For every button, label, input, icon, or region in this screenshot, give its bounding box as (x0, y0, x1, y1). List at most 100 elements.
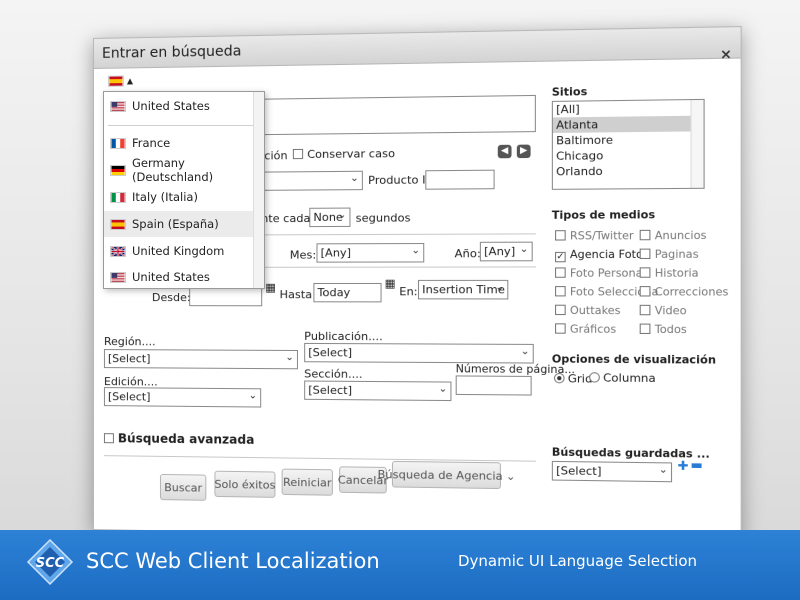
keyword-textarea[interactable] (224, 94, 536, 136)
month-select[interactable]: [Any] ⌄ (316, 243, 425, 263)
media-type-option[interactable]: ✓ Agencia Foto (555, 249, 643, 263)
germany-flag-icon (110, 164, 126, 176)
column-radio[interactable] (589, 372, 600, 383)
media-type-checkbox[interactable] (639, 229, 651, 241)
to-date-input[interactable]: Today (313, 282, 382, 303)
language-scrollbar[interactable] (253, 92, 264, 288)
spain-flag-icon (107, 75, 124, 87)
previous-arrow-button[interactable]: ◀ (497, 144, 512, 159)
hits-only-button[interactable]: Solo éxitos (214, 470, 276, 498)
arrow-left-icon: ◀ (500, 145, 509, 157)
sites-listbox[interactable]: [All] Atlanta Baltimore Chicago Orlando (551, 98, 705, 190)
media-type-label: Anuncios (654, 229, 707, 243)
region-value: [Select] (107, 352, 151, 366)
site-option-selected[interactable]: Atlanta (552, 115, 704, 133)
refresh-label-fragment: nte cada (261, 211, 311, 226)
media-types-label: Tipos de medios (551, 208, 656, 222)
media-type-option[interactable]: RSS/Twitter (555, 230, 634, 243)
media-type-option[interactable]: Outtakes (555, 304, 621, 317)
dialog-title: Entrar en búsqueda (101, 42, 242, 62)
chevron-down-icon: ⌄ (350, 172, 359, 185)
region-select[interactable]: [Select] ⌄ (103, 349, 298, 370)
media-type-option[interactable]: Paginas (639, 248, 699, 261)
month-label: Mes: (289, 248, 317, 262)
site-option[interactable]: Chicago (553, 147, 704, 164)
language-divider (108, 125, 254, 126)
page-numbers-input[interactable] (455, 375, 532, 396)
chevron-down-icon: ⌄ (411, 245, 421, 257)
media-type-checkbox-checked[interactable]: ✓ (555, 251, 566, 263)
grid-radio[interactable] (553, 372, 565, 384)
product-id-input[interactable] (425, 169, 495, 190)
media-type-checkbox[interactable] (639, 286, 651, 297)
reset-button[interactable]: Reiniciar (281, 468, 333, 496)
spain-flag-icon (110, 218, 126, 230)
media-type-checkbox[interactable] (555, 286, 566, 297)
language-option[interactable]: Germany (Deutschland) (104, 156, 254, 184)
advanced-search-option[interactable]: Búsqueda avanzada (103, 431, 254, 447)
publication-select[interactable]: [Select] ⌄ (304, 342, 534, 364)
scc-logo-icon: SCC (26, 538, 74, 586)
language-dropdown[interactable]: United States France Germany (Deutschland)… (103, 91, 265, 289)
refresh-interval-select[interactable]: None ⌄ (309, 207, 351, 228)
media-type-label: Todos (654, 323, 687, 337)
close-icon[interactable]: × (720, 47, 732, 63)
media-type-checkbox[interactable] (555, 267, 566, 278)
language-option[interactable]: France (104, 130, 254, 156)
site-option[interactable]: [All] (553, 100, 704, 118)
chevron-down-icon: ⌄ (337, 209, 347, 221)
column-label: Columna (603, 371, 656, 386)
media-type-option[interactable]: Historia (639, 267, 699, 280)
dialog-titlebar: Entrar en búsqueda × (93, 27, 741, 69)
from-label: Desde: (151, 291, 191, 305)
language-option[interactable]: Spain (España) (104, 211, 254, 237)
media-type-option[interactable]: Todos (639, 323, 687, 337)
calendar-icon[interactable]: ▦ (265, 281, 276, 294)
keep-case-checkbox[interactable] (292, 148, 304, 160)
calendar-icon[interactable]: ▦ (385, 277, 396, 290)
agency-search-button[interactable]: Búsqueda de Agencia ⌄ (378, 460, 516, 490)
media-type-option[interactable]: Correcciones (639, 286, 729, 299)
media-type-checkbox[interactable] (639, 323, 651, 335)
year-value: [Any] (484, 244, 516, 259)
site-option[interactable]: Orlando (553, 163, 704, 180)
media-type-label: Historia (654, 267, 699, 280)
sites-scrollbar[interactable] (690, 99, 704, 188)
media-type-option[interactable]: Anuncios (639, 229, 707, 243)
advanced-search-checkbox[interactable] (103, 433, 114, 444)
site-option[interactable]: Baltimore (553, 131, 704, 148)
media-type-checkbox[interactable] (639, 267, 651, 278)
language-option[interactable]: Italy (Italia) (104, 184, 254, 210)
saved-searches-value: [Select] (556, 464, 602, 479)
language-option-label: Italy (Italia) (132, 190, 198, 204)
media-type-checkbox[interactable] (555, 230, 566, 241)
section-select[interactable]: [Select] ⌄ (304, 380, 452, 402)
language-option[interactable]: United States (104, 93, 254, 119)
media-type-option[interactable]: Gráficos (555, 323, 616, 336)
media-type-checkbox[interactable] (639, 248, 651, 260)
language-option[interactable]: United Kingdom (104, 238, 254, 264)
date-field-select[interactable]: Insertion Time ⌄ (417, 279, 509, 300)
media-type-checkbox[interactable] (555, 323, 566, 334)
media-type-option[interactable]: Video (639, 304, 687, 317)
next-arrow-button[interactable]: ▶ (516, 144, 531, 159)
section-label: Sección.... (304, 367, 363, 381)
media-type-checkbox[interactable] (639, 304, 651, 316)
month-value: [Any] (320, 246, 352, 260)
seconds-label: segundos (355, 211, 411, 225)
edition-select[interactable]: [Select] ⌄ (103, 387, 262, 408)
language-selector[interactable]: ▲ (107, 75, 134, 87)
saved-searches-select[interactable]: [Select] ⌄ (551, 460, 673, 483)
language-option-label: United States (132, 99, 210, 113)
remove-saved-search-icon[interactable]: ▬ (691, 457, 703, 472)
column-option[interactable]: Columna (589, 371, 656, 385)
chevron-up-icon: ▲ (126, 76, 134, 86)
keep-case-option[interactable]: Conservar caso (292, 147, 395, 161)
grid-option[interactable]: Grid (553, 372, 592, 386)
year-select[interactable]: [Any] ⌄ (479, 241, 533, 262)
add-saved-search-icon[interactable]: ✚ (677, 458, 688, 473)
media-type-option[interactable]: Foto Personal (555, 267, 646, 280)
language-option[interactable]: United States (104, 264, 254, 290)
search-button[interactable]: Buscar (159, 473, 207, 501)
media-type-checkbox[interactable] (555, 304, 566, 316)
